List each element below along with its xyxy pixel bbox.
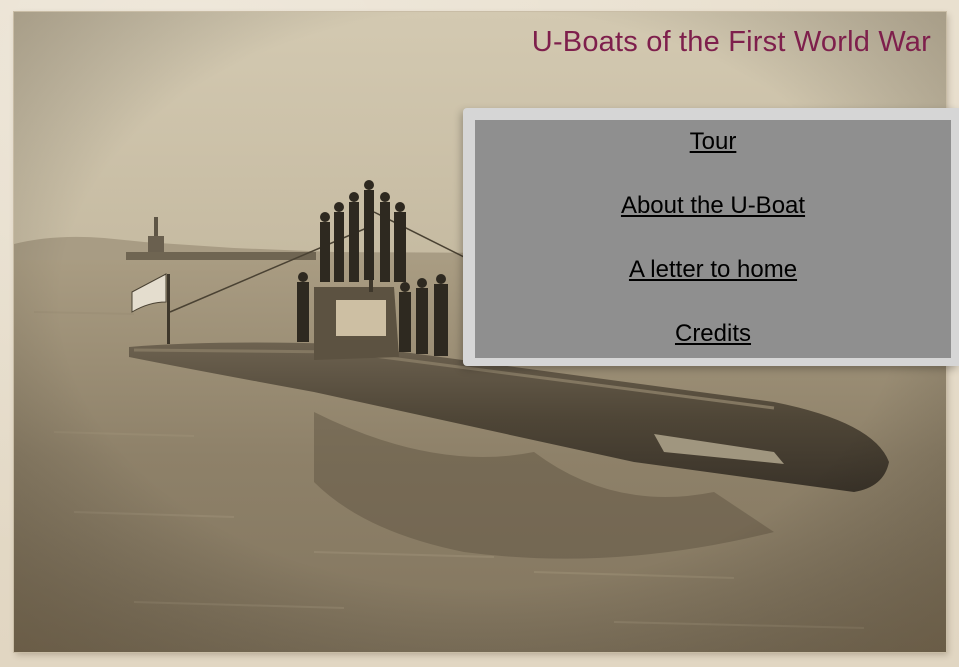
nav-link-tour[interactable]: Tour — [690, 128, 737, 156]
navigation-inner-panel: Tour About the U-Boat A letter to home C… — [475, 120, 951, 358]
main-navigation: Tour About the U-Boat A letter to home C… — [463, 108, 959, 366]
nav-link-letter-to-home[interactable]: A letter to home — [629, 256, 797, 284]
nav-link-credits[interactable]: Credits — [675, 320, 751, 348]
site-title: U-Boats of the First World War — [531, 26, 931, 58]
nav-link-about-the-uboat[interactable]: About the U-Boat — [621, 192, 805, 220]
